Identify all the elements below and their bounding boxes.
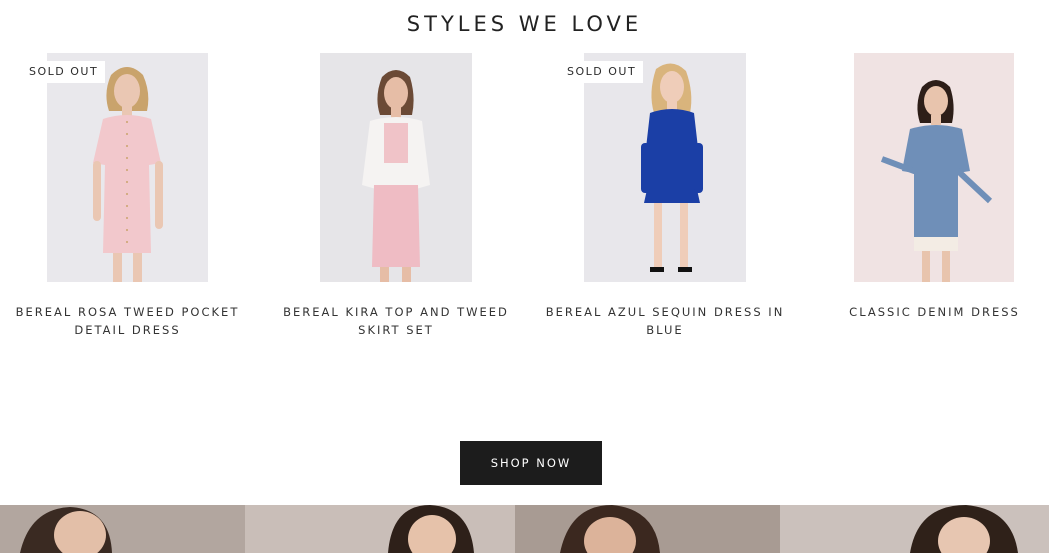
shop-now-button[interactable]: SHOP NOW	[460, 441, 602, 485]
product-name[interactable]: CLASSIC DENIM DRESS	[820, 303, 1049, 321]
product-name[interactable]: BEREAL AZUL SEQUIN DRESS IN BLUE	[540, 303, 790, 339]
sold-out-badge: SOLD OUT	[22, 61, 106, 83]
product-name[interactable]: BEREAL ROSA TWEED POCKET DETAIL DRESS	[0, 303, 255, 339]
product-name[interactable]: BEREAL KIRA TOP AND TWEED SKIRT SET	[265, 303, 527, 339]
lifestyle-banner-image[interactable]	[0, 505, 1049, 553]
product-image[interactable]	[320, 53, 472, 282]
product-image[interactable]	[584, 53, 746, 282]
section-title: STYLES WE LOVE	[406, 12, 643, 36]
product-image[interactable]	[854, 53, 1014, 282]
sold-out-badge: SOLD OUT	[560, 61, 644, 83]
product-image[interactable]	[47, 53, 208, 282]
